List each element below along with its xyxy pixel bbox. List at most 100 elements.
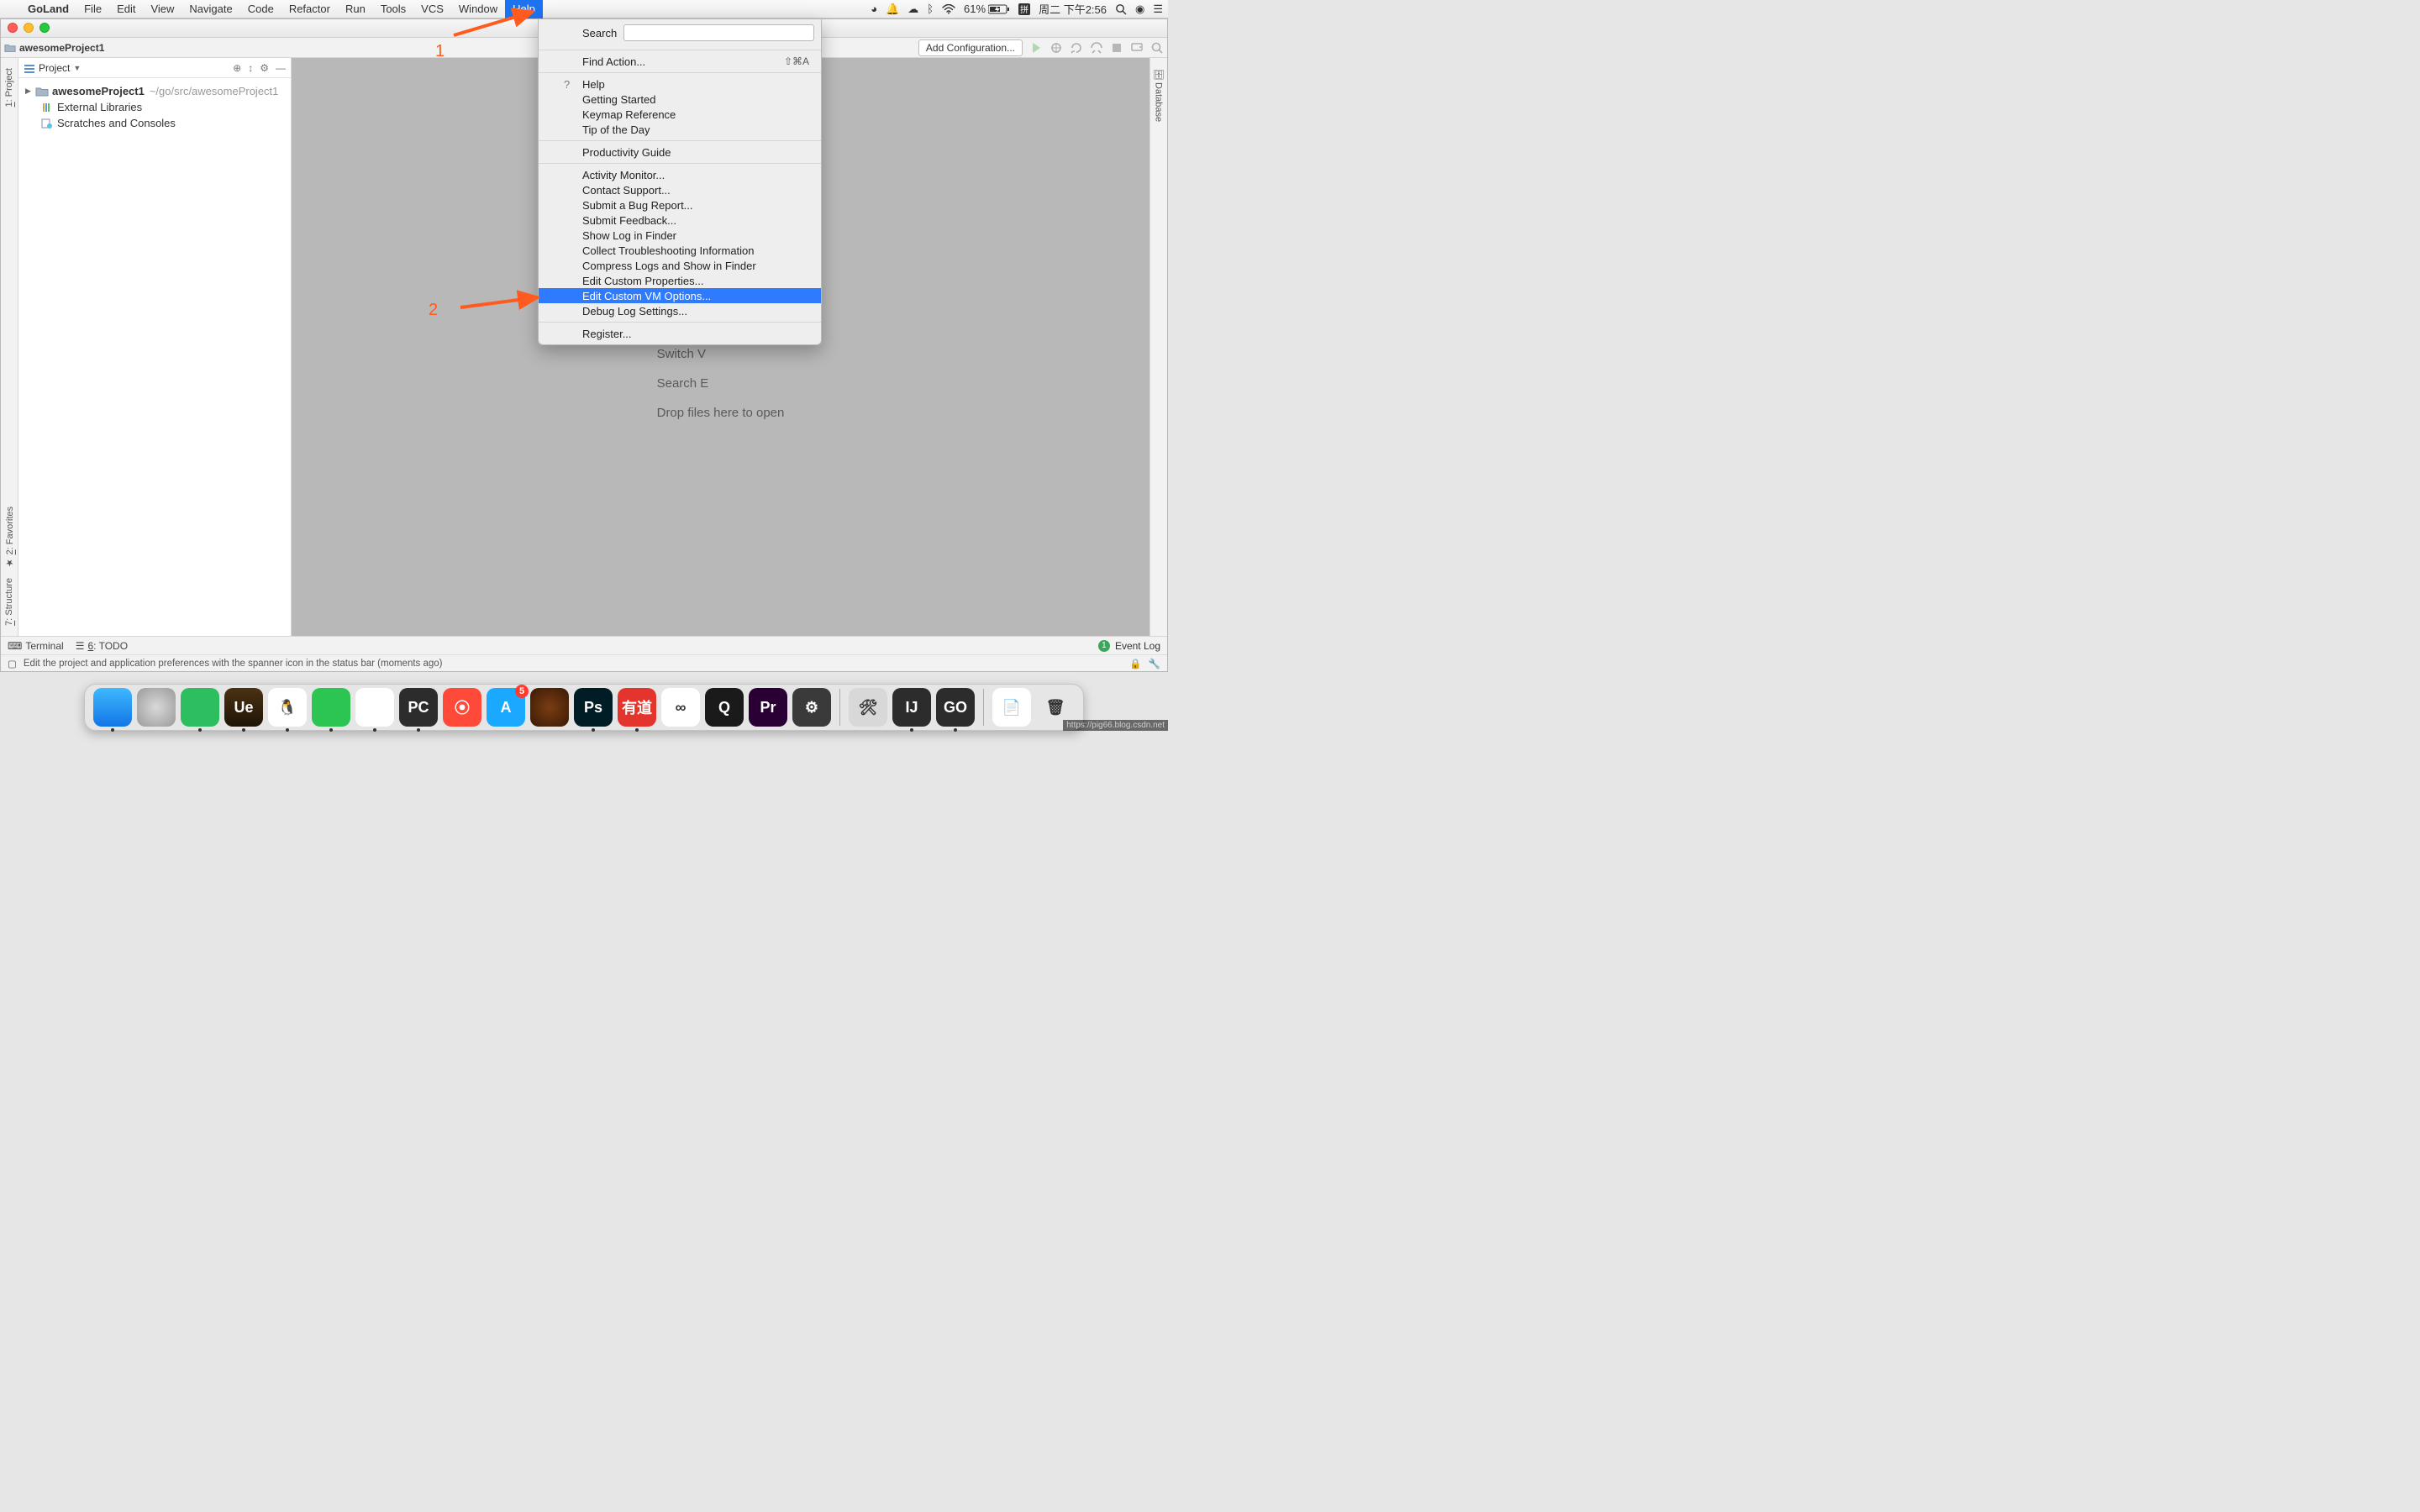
dock-app-qq[interactable]: 🐧 <box>268 688 307 727</box>
terminal-tab[interactable]: ⌨Terminal <box>8 640 64 652</box>
dock-app-game[interactable] <box>530 688 569 727</box>
dock-app-evernote[interactable] <box>181 688 219 727</box>
profiler-icon[interactable] <box>1090 41 1103 55</box>
siri-icon[interactable]: ◉ <box>1135 3 1144 16</box>
tree-external-libs[interactable]: External Libraries <box>22 99 287 115</box>
menu-help-item[interactable]: ?Help <box>539 76 821 92</box>
menu-edit-custom-props[interactable]: Edit Custom Properties... <box>539 273 821 288</box>
menu-collect-troubleshoot[interactable]: Collect Troubleshooting Information <box>539 243 821 258</box>
breadcrumb-root[interactable]: awesomeProject1 <box>19 42 104 54</box>
select-opened-icon[interactable]: ⊕ <box>233 62 241 74</box>
menu-vcs[interactable]: VCS <box>413 0 451 18</box>
running-indicator-icon <box>910 728 913 732</box>
favorites-tool-tab[interactable]: ★ 2: Favorites <box>4 501 15 574</box>
menu-view[interactable]: View <box>143 0 182 18</box>
todo-tab[interactable]: ☰6: TODO <box>76 640 128 652</box>
clock[interactable]: 周二 下午2:56 <box>1039 1 1107 17</box>
dock-app-ultraedit[interactable]: Ue <box>224 688 263 727</box>
database-tool-tab[interactable]: 🗄 Database <box>1154 63 1165 127</box>
menu-run[interactable]: Run <box>338 0 373 18</box>
external-libs-label: External Libraries <box>57 101 142 113</box>
dock-app-photoshop[interactable]: Ps <box>574 688 613 727</box>
event-log-tab[interactable]: Event Log <box>1115 640 1160 652</box>
menu-help[interactable]: Help <box>505 0 543 18</box>
search-everywhere-icon[interactable] <box>1150 41 1164 55</box>
bell-icon[interactable]: 🔔 <box>886 3 899 16</box>
menu-compress-logs[interactable]: Compress Logs and Show in Finder <box>539 258 821 273</box>
menu-find-action[interactable]: Find Action... ⇧⌘A <box>539 54 821 69</box>
dock-app-launchpad[interactable] <box>137 688 176 727</box>
tree-scratches[interactable]: Scratches and Consoles <box>22 115 287 131</box>
tool-windows-icon[interactable]: ▢ <box>8 658 17 669</box>
menu-register[interactable]: Register... <box>539 326 821 341</box>
wechat-tray-icon[interactable]: ◕ <box>871 3 877 15</box>
menu-file[interactable]: File <box>76 0 109 18</box>
menu-getting-started[interactable]: Getting Started <box>539 92 821 107</box>
add-configuration-button[interactable]: Add Configuration... <box>918 39 1023 56</box>
wifi-icon[interactable] <box>942 4 955 14</box>
menu-app[interactable]: GoLand <box>20 0 76 18</box>
dock-app-youdao[interactable]: 有道 <box>618 688 656 727</box>
menu-contact-support[interactable]: Contact Support... <box>539 182 821 197</box>
dock-app-pycharm[interactable]: PC <box>399 688 438 727</box>
dock-app-unknown-red[interactable]: ⦿ <box>443 688 481 727</box>
menu-edit-custom-vm-options[interactable]: Edit Custom VM Options... <box>539 288 821 303</box>
menu-activity-monitor[interactable]: Activity Monitor... <box>539 167 821 182</box>
tree-root[interactable]: ▶ awesomeProject1 ~/go/src/awesomeProjec… <box>22 83 287 99</box>
cloud-icon[interactable]: ☁︎ <box>908 3 918 16</box>
hide-icon[interactable]: — <box>276 62 286 74</box>
structure-tool-tab[interactable]: 7: Structure <box>4 573 14 631</box>
tree-arrow-icon[interactable]: ▶ <box>25 87 34 96</box>
terminal-icon: ⌨ <box>8 640 22 652</box>
battery-icon[interactable]: 61% <box>964 3 1010 15</box>
debug-icon[interactable] <box>1050 41 1063 55</box>
project-tool-tab[interactable]: 1: Project <box>4 63 14 112</box>
input-source-icon[interactable]: 拼 <box>1018 3 1030 15</box>
dock-app-wechat[interactable] <box>312 688 350 727</box>
menu-submit-feedback[interactable]: Submit Feedback... <box>539 213 821 228</box>
annotation-label-2: 2 <box>429 301 438 320</box>
minimize-button[interactable] <box>24 23 34 33</box>
menu-debug-log-settings[interactable]: Debug Log Settings... <box>539 303 821 318</box>
menu-submit-bug[interactable]: Submit a Bug Report... <box>539 197 821 213</box>
project-dropdown-icon[interactable]: ▼ <box>73 64 81 72</box>
run-icon[interactable] <box>1029 41 1043 55</box>
spanner-icon[interactable]: 🔧 <box>1149 658 1160 669</box>
dock-app-settings[interactable]: ⚙ <box>792 688 831 727</box>
dock-app-tool[interactable]: 🛠 <box>849 688 887 727</box>
menu-refactor[interactable]: Refactor <box>281 0 338 18</box>
menu-edit[interactable]: Edit <box>109 0 143 18</box>
library-icon <box>40 102 54 113</box>
dock-app-premiere[interactable]: Pr <box>749 688 787 727</box>
dock-app-goland[interactable]: GO <box>936 688 975 727</box>
lock-icon[interactable]: 🔒 <box>1129 658 1141 669</box>
notification-center-icon[interactable]: ☰ <box>1153 3 1163 16</box>
sidebar-title[interactable]: Project <box>39 62 70 74</box>
dock-app-baidu[interactable]: ∞ <box>661 688 700 727</box>
dock-app-chrome[interactable] <box>355 688 394 727</box>
settings-icon[interactable]: ⚙ <box>260 62 269 74</box>
menu-window[interactable]: Window <box>451 0 505 18</box>
dock-app-doc[interactable]: 📄 <box>992 688 1031 727</box>
menu-tip-of-day[interactable]: Tip of the Day <box>539 122 821 137</box>
coverage-icon[interactable] <box>1070 41 1083 55</box>
stop-icon[interactable] <box>1110 41 1123 55</box>
menu-code[interactable]: Code <box>240 0 281 18</box>
menu-keymap-ref[interactable]: Keymap Reference <box>539 107 821 122</box>
menu-navigate[interactable]: Navigate <box>182 0 239 18</box>
spotlight-icon[interactable] <box>1115 3 1127 15</box>
menu-productivity-guide[interactable]: Productivity Guide <box>539 144 821 160</box>
dock-app-appstore[interactable]: A5 <box>487 688 525 727</box>
menu-show-log[interactable]: Show Log in Finder <box>539 228 821 243</box>
help-search-input[interactable] <box>623 24 814 41</box>
status-bar: ▢ Edit the project and application prefe… <box>1 654 1167 671</box>
menu-tools[interactable]: Tools <box>373 0 413 18</box>
bluetooth-icon[interactable]: ᛒ <box>927 3 934 15</box>
dock-app-finder[interactable] <box>93 688 132 727</box>
close-button[interactable] <box>8 23 18 33</box>
expand-all-icon[interactable]: ↕ <box>248 62 253 74</box>
device-icon[interactable] <box>1130 41 1144 55</box>
zoom-button[interactable] <box>39 23 50 33</box>
dock-app-intellij[interactable]: IJ <box>892 688 931 727</box>
dock-app-quicktime[interactable]: Q <box>705 688 744 727</box>
